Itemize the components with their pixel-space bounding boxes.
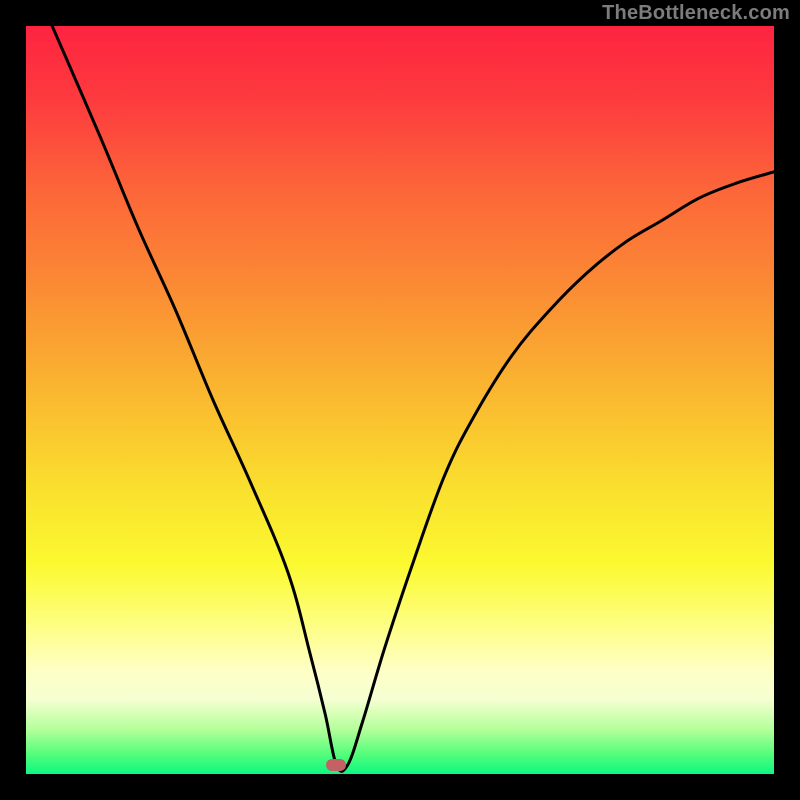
chart-frame: TheBottleneck.com (0, 0, 800, 800)
chart-plot-area (26, 26, 774, 774)
optimal-point-marker (326, 759, 346, 771)
bottleneck-curve (26, 26, 774, 774)
watermark-text: TheBottleneck.com (602, 2, 790, 25)
